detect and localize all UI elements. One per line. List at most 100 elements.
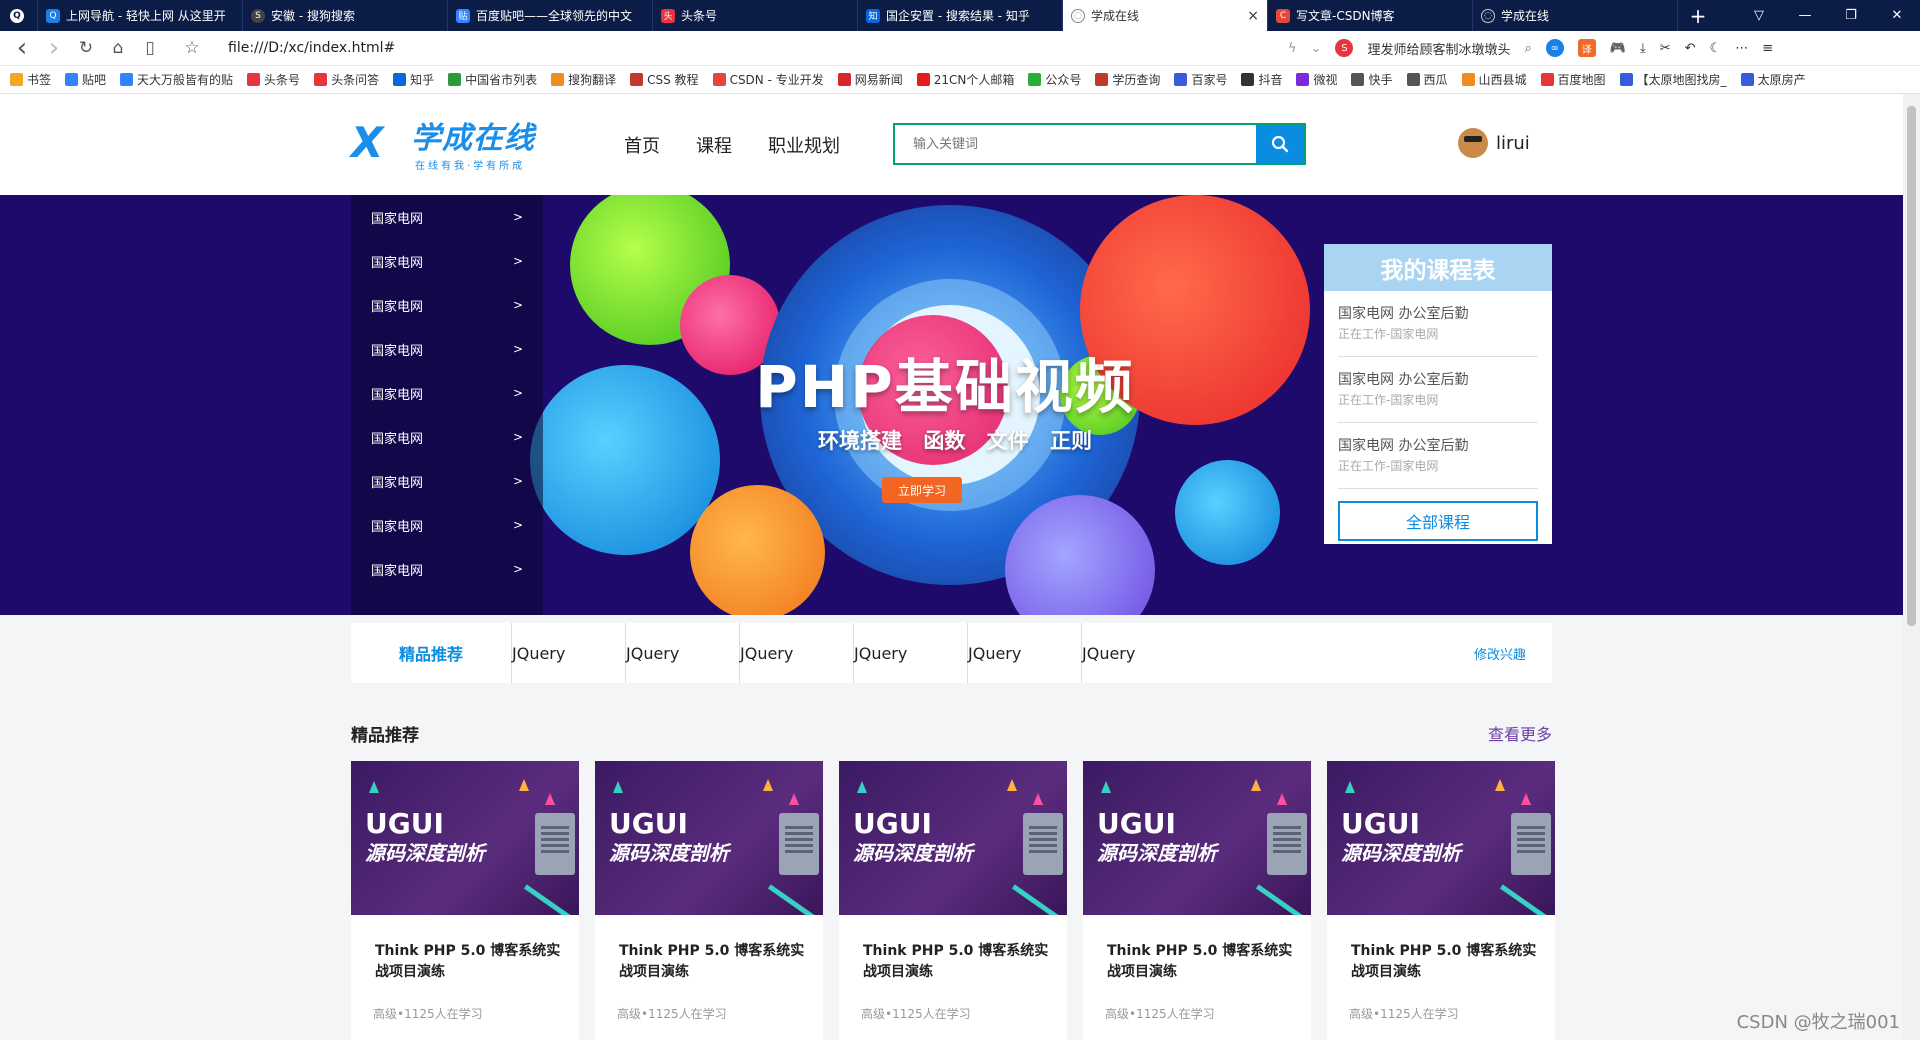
search-icon[interactable]: ⌕ bbox=[1525, 41, 1532, 56]
edit-interests-link[interactable]: 修改兴趣 bbox=[1474, 644, 1526, 663]
bookmark-item[interactable]: 公众号 bbox=[1028, 71, 1081, 88]
decor-stripe bbox=[767, 884, 823, 915]
new-tab-button[interactable]: + bbox=[1678, 0, 1718, 31]
course-card[interactable]: UGUI 源码深度剖析 Think PHP 5.0 博客系统实战项目演练 高级•112… bbox=[1327, 761, 1555, 1040]
side-menu-item[interactable]: 国家电网 > bbox=[351, 371, 543, 415]
subnav-item[interactable]: JQuery bbox=[1081, 623, 1195, 683]
forward-icon[interactable]: › bbox=[38, 33, 70, 63]
browser-tab[interactable]: 知 国企安置 - 搜索结果 - 知乎 bbox=[858, 0, 1063, 31]
undo-icon[interactable]: ↶ bbox=[1685, 41, 1696, 56]
bookmark-item[interactable]: 百度地图 bbox=[1540, 71, 1606, 88]
bookmark-item[interactable]: 头条问答 bbox=[314, 71, 379, 88]
hero-banner[interactable]: PHP基础视频 环境搭建 函数 文件 正则 立即学习 国家电网 > 国家电网 > 国家电… bbox=[0, 195, 1903, 615]
nav-home[interactable]: 首页 bbox=[624, 132, 660, 158]
download-icon[interactable]: ⤓ bbox=[1640, 41, 1646, 56]
bookmark-item[interactable]: 贴吧 bbox=[65, 71, 106, 88]
subnav-featured[interactable]: 精品推荐 bbox=[351, 641, 511, 665]
thumbnail-subtitle: 源码深度剖析 bbox=[609, 841, 729, 865]
browser-tab[interactable]: 头 头条号 bbox=[653, 0, 858, 31]
search-input[interactable] bbox=[895, 125, 1256, 163]
tab-label: 学成在线 bbox=[1501, 9, 1550, 23]
start-learning-button[interactable]: 立即学习 bbox=[882, 477, 962, 503]
lightning-icon[interactable]: ϟ bbox=[1288, 41, 1297, 56]
side-menu-item[interactable]: 国家电网 > bbox=[351, 415, 543, 459]
course-card[interactable]: UGUI 源码深度剖析 Think PHP 5.0 博客系统实战项目演练 高级•112… bbox=[351, 761, 579, 1040]
browser-tab[interactable]: S 安徽 - 搜狗搜索 bbox=[243, 0, 448, 31]
reader-icon[interactable]: ▯ bbox=[134, 38, 166, 58]
minimize-button[interactable]: — bbox=[1782, 0, 1828, 31]
side-menu-item[interactable]: 国家电网 > bbox=[351, 195, 543, 239]
bookmark-item[interactable]: 太原房产 bbox=[1740, 71, 1806, 88]
course-card[interactable]: UGUI 源码深度剖析 Think PHP 5.0 博客系统实战项目演练 高级•112… bbox=[595, 761, 823, 1040]
home-icon[interactable]: ⌂ bbox=[102, 38, 134, 58]
bookmark-item[interactable]: 中国省市列表 bbox=[448, 71, 537, 88]
all-courses-button[interactable]: 全部课程 bbox=[1338, 501, 1538, 541]
nav-career[interactable]: 职业规划 bbox=[768, 132, 840, 158]
subnav-item[interactable]: JQuery bbox=[967, 623, 1081, 683]
side-menu-item[interactable]: 国家电网 > bbox=[351, 547, 543, 591]
sogou-search-icon[interactable]: S bbox=[1335, 39, 1354, 57]
game-icon[interactable]: 🎮 bbox=[1610, 41, 1626, 56]
course-card[interactable]: UGUI 源码深度剖析 Think PHP 5.0 博客系统实战项目演练 高级•112… bbox=[839, 761, 1067, 1040]
side-menu-item[interactable]: 国家电网 > bbox=[351, 327, 543, 371]
search-hint[interactable]: 理发师给顾客制冰墩墩头 bbox=[1367, 39, 1510, 58]
bookmark-item[interactable]: 【太原地图找房_ bbox=[1619, 71, 1727, 88]
browser-tab[interactable]: C 写文章-CSDN博客 bbox=[1268, 0, 1473, 31]
side-menu-item[interactable]: 国家电网 > bbox=[351, 283, 543, 327]
browser-tab[interactable]: Q 上网导航 - 轻快上网 从这里开 bbox=[38, 0, 243, 31]
restore-button[interactable]: ❐ bbox=[1828, 0, 1874, 31]
side-menu-item[interactable]: 国家电网 > bbox=[351, 459, 543, 503]
bookmark-item[interactable]: 搜狗翻译 bbox=[551, 71, 616, 88]
bookmark-item[interactable]: 山西县城 bbox=[1461, 71, 1527, 88]
hamburger-icon[interactable]: ≡ bbox=[1762, 41, 1773, 56]
scissors-icon[interactable]: ✂ bbox=[1660, 41, 1671, 56]
bookmark-item[interactable]: CSS 教程 bbox=[630, 71, 699, 88]
course-table-item[interactable]: 国家电网 办公室后勤 正在工作-国家电网 bbox=[1338, 291, 1538, 357]
bookmark-item[interactable]: 知乎 bbox=[393, 71, 434, 88]
page-scrollbar[interactable] bbox=[1903, 94, 1920, 1040]
nav-courses[interactable]: 课程 bbox=[696, 132, 732, 158]
bookmark-item[interactable]: 天大万般皆有的贴 bbox=[120, 71, 233, 88]
bookmark-item[interactable]: 书签 bbox=[10, 71, 51, 88]
subnav-item[interactable]: JQuery bbox=[853, 623, 967, 683]
side-menu-item[interactable]: 国家电网 > bbox=[351, 239, 543, 283]
browser-tab[interactable]: 贴 百度贴吧——全球领先的中文 bbox=[448, 0, 653, 31]
bookmark-item[interactable]: 西瓜 bbox=[1406, 71, 1448, 88]
bookmark-item[interactable]: 21CN个人邮箱 bbox=[916, 71, 1014, 88]
moon-icon[interactable]: ☾ bbox=[1710, 41, 1722, 56]
side-menu-item[interactable]: 国家电网 > bbox=[351, 503, 543, 547]
translate-icon[interactable]: 译 bbox=[1577, 39, 1596, 57]
bookmark-item[interactable]: 学历查询 bbox=[1095, 71, 1160, 88]
course-card[interactable]: UGUI 源码深度剖析 Think PHP 5.0 博客系统实战项目演练 高级•112… bbox=[1083, 761, 1311, 1040]
view-more-link[interactable]: 查看更多 bbox=[1488, 721, 1552, 745]
star-icon[interactable]: ☆ bbox=[176, 38, 208, 58]
url-field[interactable]: file:///D:/xc/index.html# bbox=[228, 40, 1288, 56]
bookmark-item[interactable]: 百家号 bbox=[1174, 71, 1227, 88]
browser-tab[interactable]: ◌ 学成在线 bbox=[1473, 0, 1678, 31]
downloads-icon[interactable]: ▽ bbox=[1736, 0, 1782, 31]
course-table-item[interactable]: 国家电网 办公室后勤 正在工作-国家电网 bbox=[1338, 357, 1538, 423]
close-window-button[interactable]: ✕ bbox=[1874, 0, 1920, 31]
search-button[interactable] bbox=[1256, 125, 1304, 163]
bookmark-item[interactable]: 快手 bbox=[1351, 71, 1393, 88]
site-logo[interactable]: X 学成在线 在线有我·学有所成 bbox=[351, 119, 551, 173]
scrollbar-thumb[interactable] bbox=[1907, 106, 1916, 626]
subnav-item[interactable]: JQuery bbox=[511, 623, 625, 683]
subnav-item[interactable]: JQuery bbox=[625, 623, 739, 683]
bookmark-item[interactable]: 微视 bbox=[1296, 71, 1337, 88]
more-icon[interactable]: ⋯ bbox=[1735, 41, 1748, 56]
tab-close-icon[interactable]: × bbox=[1247, 8, 1259, 24]
browser-menu-button[interactable]: Q bbox=[0, 0, 38, 31]
subnav-item[interactable]: JQuery bbox=[739, 623, 853, 683]
reload-icon[interactable]: ↻ bbox=[70, 38, 102, 58]
extension-icon[interactable]: ∞ bbox=[1545, 39, 1564, 57]
bookmark-item[interactable]: 头条号 bbox=[247, 71, 300, 88]
back-icon[interactable]: ‹ bbox=[6, 33, 38, 63]
bookmark-item[interactable]: CSDN - 专业开发 bbox=[712, 71, 824, 88]
bookmark-item[interactable]: 抖音 bbox=[1241, 71, 1282, 88]
course-table-item[interactable]: 国家电网 办公室后勤 正在工作-国家电网 bbox=[1338, 423, 1538, 489]
bookmark-item[interactable]: 网易新闻 bbox=[837, 71, 903, 88]
chevron-down-icon[interactable]: ⌄ bbox=[1311, 41, 1322, 56]
user-menu[interactable]: lirui bbox=[1458, 128, 1530, 158]
browser-tab-active[interactable]: ◌ 学成在线 × bbox=[1063, 0, 1268, 31]
